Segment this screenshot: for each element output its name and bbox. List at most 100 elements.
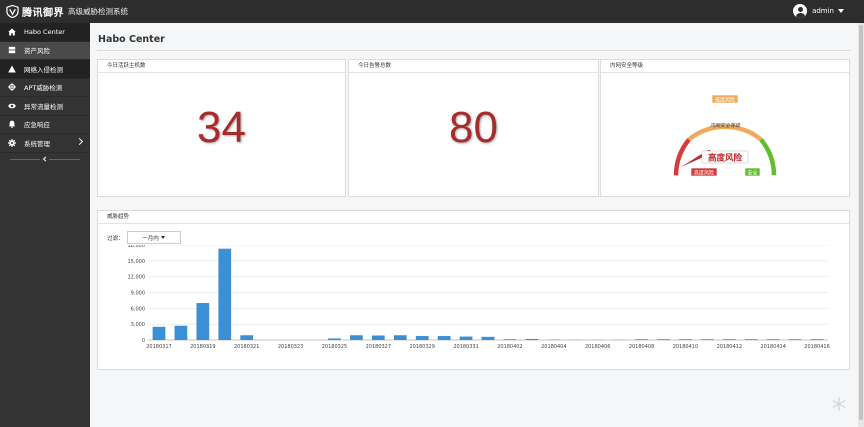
- chart-bar: [503, 339, 517, 340]
- chart-bar: [525, 338, 539, 340]
- gauge-tick: [742, 146, 744, 149]
- gauge-tick: [706, 146, 708, 149]
- x-tick-label: 20180329: [409, 344, 434, 350]
- x-tick-label: 20180402: [497, 344, 522, 350]
- x-tick-label: 20180406: [585, 344, 610, 350]
- sidebar-item-habo-center[interactable]: Habo Center: [0, 23, 90, 42]
- collapse-sidebar-button[interactable]: [40, 154, 49, 163]
- sidebar-item-traffic-detection[interactable]: 异常流量检测: [0, 97, 90, 116]
- x-tick-label: 20180412: [717, 344, 742, 350]
- chevron-down-icon: [160, 236, 165, 239]
- threat-trend-panel: 威胁趋势 过滤： 一月内 0 3,000 6,000 9,000 12,000 15,00…: [97, 210, 850, 370]
- chart-bar: [415, 336, 429, 340]
- user-name: admin: [812, 7, 834, 15]
- x-tick-label: 20180404: [541, 344, 566, 350]
- chart-bar: [437, 336, 451, 340]
- chart-bar: [240, 335, 254, 340]
- chevron-down-icon: [838, 9, 844, 13]
- gauge-arc-danger: [673, 138, 691, 176]
- gauge-arc-safe: [759, 138, 777, 176]
- sidebar-item-asset-risk[interactable]: 资产风险: [0, 41, 90, 60]
- sidebar-item-label: 异常流量检测: [24, 102, 63, 111]
- top-label: 低度风险: [715, 96, 735, 103]
- sidebar-collapse: [0, 153, 90, 165]
- sidebar-item-incident-response[interactable]: 应急响应: [0, 116, 90, 134]
- chart-bar: [350, 335, 363, 340]
- gauge-tick: [754, 152, 757, 155]
- x-tick-label: 20180317: [146, 344, 171, 350]
- gauge-center-label: 内网安全等级: [710, 122, 741, 129]
- x-tick-label: 20180327: [366, 344, 391, 350]
- brand-name: 腾讯御界: [22, 8, 64, 19]
- alerts-count[interactable]: 80: [349, 103, 598, 153]
- sidebar-item-label: Habo Center: [24, 27, 65, 36]
- chart-bar: [722, 339, 736, 340]
- card-title: 今日活跃主机数: [98, 60, 345, 73]
- gauge-tick: [762, 162, 767, 166]
- gear-icon: [7, 138, 17, 147]
- brand[interactable]: 腾讯御界 高级威胁检测系统: [0, 4, 128, 19]
- threat-trend-chart: 0 3,000 6,000 9,000 12,000 15,000 18,000 201803…: [128, 245, 830, 350]
- chart-bar: [766, 339, 780, 340]
- x-tick-label: 20180414: [760, 344, 785, 350]
- divider: [97, 50, 851, 51]
- chart-bar: [152, 326, 166, 340]
- gauge-tick: [689, 155, 692, 158]
- chart-bar: [218, 248, 232, 340]
- sidebar-item-label: 应急响应: [24, 121, 50, 130]
- gauge-tick: [750, 150, 753, 153]
- page-scrollbar[interactable]: [858, 23, 864, 427]
- page-title: Habo Center: [98, 34, 165, 45]
- sidebar-item-intrusion-detection[interactable]: 网络入侵检测: [0, 60, 90, 79]
- alerts-card: 今日告警总数 80: [348, 59, 599, 197]
- gauge-tick: [710, 144, 712, 147]
- server-icon: [7, 46, 17, 54]
- gauge-tick: [738, 144, 740, 147]
- watermark: [832, 397, 846, 411]
- snowflake-icon: [832, 397, 846, 411]
- chart-bar: [810, 339, 824, 340]
- chevron-right-icon: [75, 137, 84, 146]
- gauge-tick: [693, 152, 696, 155]
- chart-bar: [744, 339, 758, 340]
- x-tick-label: 20180321: [234, 344, 259, 350]
- x-tick-label: 20180416: [804, 344, 829, 350]
- x-tick-label: 20180323: [278, 344, 303, 350]
- chart-bar: [657, 339, 670, 340]
- x-tick-label: 20180319: [190, 344, 215, 350]
- top-navbar: 腾讯御界 高级威胁检测系统 admin: [0, 0, 864, 23]
- gauge-tick: [697, 150, 700, 153]
- panel-title: 威胁趋势: [98, 211, 849, 224]
- chart-bar: [481, 336, 495, 340]
- security-gauge: 内网安全等级 高度风险 低度风险 高度风险 安全: [673, 94, 777, 176]
- chart-bar: [700, 339, 714, 340]
- crosshair-icon: [7, 83, 17, 92]
- sidebar-item-label: 网络入侵检测: [24, 65, 63, 74]
- chart-bar: [196, 303, 210, 340]
- filter-group: 过滤： 一月内: [107, 231, 181, 244]
- time-range-select[interactable]: 一月内: [126, 231, 181, 244]
- sidebar-item-system-settings[interactable]: 系统管理: [0, 134, 90, 153]
- y-tick-label: 15,000: [128, 259, 146, 265]
- home-icon: [7, 28, 17, 36]
- user-menu[interactable]: admin: [793, 4, 844, 18]
- bell-icon: [7, 120, 17, 129]
- shield-logo-icon: [6, 5, 19, 18]
- chart-bar: [788, 339, 802, 340]
- user-avatar-icon: [793, 4, 808, 18]
- gauge-tick: [761, 158, 764, 161]
- filter-label: 过滤：: [107, 235, 124, 242]
- scrollbar-thumb[interactable]: [859, 25, 863, 420]
- chevron-left-icon: [42, 155, 46, 162]
- card-title: 内网安全等级: [601, 60, 849, 73]
- active-hosts-card: 今日活跃主机数 34: [97, 59, 346, 197]
- active-hosts-count[interactable]: 34: [98, 103, 345, 153]
- y-tick-label: 18,000: [128, 245, 146, 249]
- y-tick-label: 12,000: [128, 275, 146, 281]
- card-title: 今日告警总数: [349, 60, 598, 73]
- sidebar-item-label: APT威胁检测: [24, 84, 63, 93]
- chart-bar: [174, 325, 188, 340]
- main-content: Habo Center 今日活跃主机数 34 今日告警总数 80 内网安全等级 …: [90, 23, 858, 427]
- sidebar-item-apt-detection[interactable]: APT威胁检测: [0, 79, 90, 97]
- security-level-card: 内网安全等级 内网安全等级 高度风险 低度风险 高度风险 安全: [600, 59, 850, 197]
